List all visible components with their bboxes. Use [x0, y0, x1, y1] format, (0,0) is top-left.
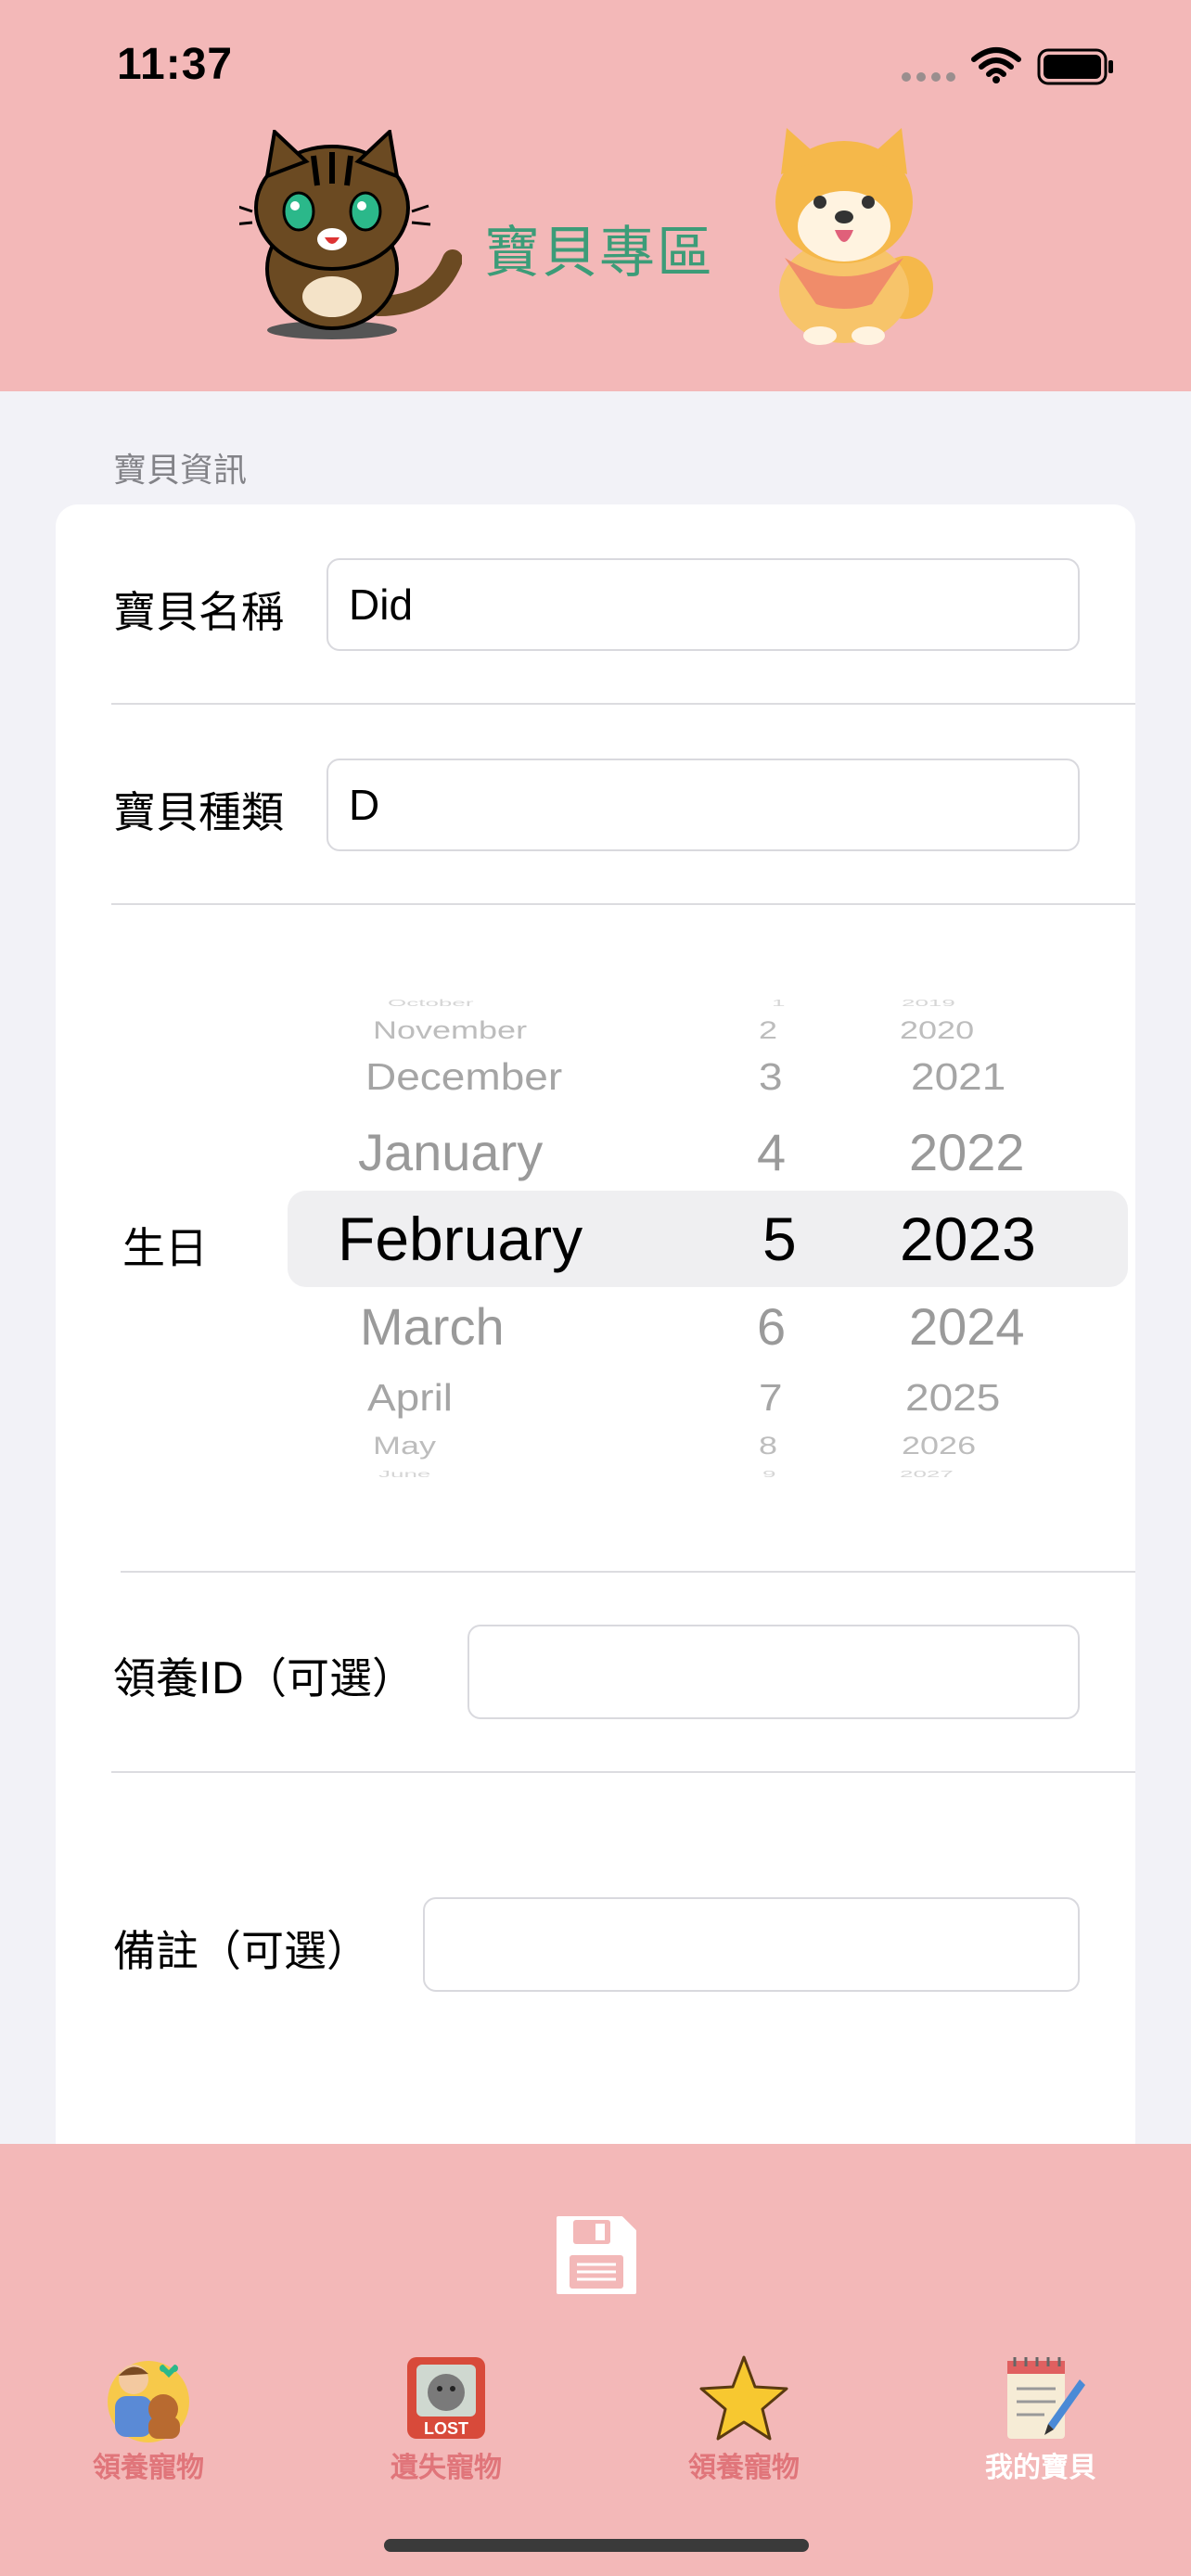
picker-year[interactable]: 2026 [902, 1431, 976, 1460]
tab-label: 我的寶貝 [985, 2452, 1096, 2484]
tab-lost-pet[interactable]: LOST 遺失寵物 [353, 2352, 539, 2485]
picker-year[interactable]: 2027 [900, 1468, 954, 1479]
picker-month-selected[interactable]: February [338, 1204, 583, 1274]
wifi-icon [971, 47, 1021, 83]
picker-day[interactable]: 4 [757, 1122, 786, 1182]
dog-icon [775, 128, 933, 345]
save-icon[interactable] [553, 2213, 638, 2298]
picker-month[interactable]: May [373, 1431, 436, 1460]
signal-icon [902, 72, 955, 82]
picker-day[interactable]: 8 [759, 1431, 777, 1460]
tab-label: 領養寵物 [93, 2452, 204, 2484]
divider [111, 1771, 1135, 1773]
picker-year[interactable]: 2021 [911, 1054, 1005, 1099]
header-title: 寶貝專區 [484, 221, 714, 286]
type-label: 寶貝種類 [113, 787, 284, 837]
tab-label: 領養寵物 [688, 2452, 800, 2484]
picker-year[interactable]: 2025 [905, 1375, 1000, 1420]
section-label: 寶貝資訊 [113, 452, 248, 490]
divider [111, 703, 1135, 705]
picker-year-selected[interactable]: 2023 [900, 1204, 1036, 1274]
picker-day-selected[interactable]: 5 [762, 1204, 797, 1274]
type-input[interactable]: D [327, 759, 1080, 851]
tab-adopt-pet[interactable]: 領養寵物 [56, 2352, 241, 2485]
picker-month[interactable]: November [373, 1015, 527, 1045]
birthday-label: 生日 [122, 1223, 208, 1273]
picker-year[interactable]: 2024 [909, 1296, 1025, 1357]
picker-month[interactable]: April [367, 1375, 453, 1420]
picker-day[interactable]: 3 [759, 1054, 783, 1099]
name-label: 寶貝名稱 [113, 587, 284, 637]
note-label: 備註（可選） [113, 1926, 369, 1976]
star-icon [699, 2355, 788, 2441]
status-time: 11:37 [117, 40, 234, 89]
picker-year[interactable]: 2020 [900, 1015, 974, 1045]
adopt-id-label: 領養ID（可選） [113, 1653, 415, 1703]
divider [121, 1571, 1135, 1573]
tab-favorite-pet[interactable]: 領養寵物 [651, 2352, 837, 2485]
picker-month[interactable]: March [360, 1296, 505, 1357]
picker-day[interactable]: 1 [772, 997, 785, 1008]
battery-icon [1037, 48, 1113, 85]
adopt-pet-icon [108, 2361, 189, 2442]
picker-year[interactable]: 2019 [902, 997, 955, 1008]
svg-text:LOST: LOST [424, 2419, 468, 2438]
note-input[interactable] [423, 1897, 1080, 1992]
lost-pet-icon: LOST [407, 2357, 485, 2439]
name-input[interactable]: Did [327, 558, 1080, 651]
picker-month[interactable]: October [388, 997, 474, 1008]
picker-day[interactable]: 9 [762, 1468, 775, 1479]
divider [111, 903, 1135, 905]
picker-month[interactable]: December [365, 1054, 562, 1099]
picker-month[interactable]: January [358, 1122, 543, 1182]
tab-my-pet[interactable]: 我的寶貝 [948, 2352, 1133, 2485]
picker-day[interactable]: 2 [759, 1015, 777, 1045]
date-picker[interactable]: October November December January Februa… [288, 990, 1128, 1491]
picker-month[interactable]: June [378, 1468, 430, 1479]
adopt-id-input[interactable] [467, 1625, 1080, 1719]
cat-icon [239, 130, 462, 339]
picker-day[interactable]: 7 [759, 1375, 783, 1420]
tab-label: 遺失寵物 [391, 2452, 502, 2484]
notepad-icon [1007, 2357, 1085, 2439]
picker-day[interactable]: 6 [757, 1296, 786, 1357]
home-indicator [384, 2539, 809, 2552]
picker-year[interactable]: 2022 [909, 1122, 1025, 1182]
